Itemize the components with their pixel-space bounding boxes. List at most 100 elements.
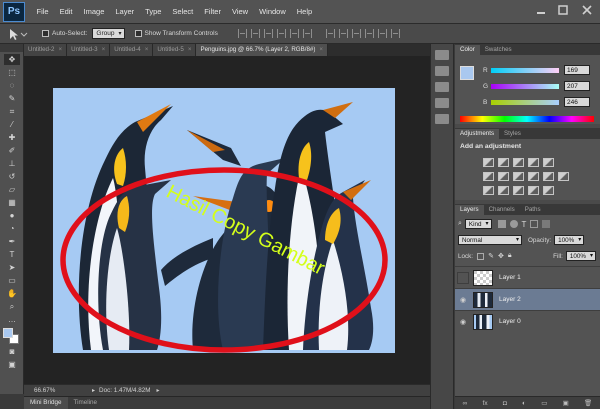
lock-transparency-icon[interactable]: [477, 252, 485, 260]
tab-untitled-2[interactable]: Untitled-2 ×: [24, 44, 68, 56]
tab-paths[interactable]: Paths: [520, 205, 546, 215]
layer-name[interactable]: Layer 2: [499, 296, 521, 303]
distribute-top-icon[interactable]: [325, 29, 335, 38]
new-layer-icon[interactable]: ▣: [563, 399, 569, 407]
align-top-icon[interactable]: [237, 29, 247, 38]
history-panel-icon[interactable]: [435, 50, 449, 60]
pen-tool-icon[interactable]: ✒: [4, 236, 20, 247]
invert-icon[interactable]: [483, 186, 494, 195]
menu-select[interactable]: Select: [167, 7, 199, 16]
foreground-color-swatch[interactable]: [3, 328, 13, 338]
path-selection-tool-icon[interactable]: ➤: [4, 262, 20, 273]
filter-smart-object-icon[interactable]: [542, 220, 551, 228]
blue-value[interactable]: 246: [564, 97, 590, 107]
visibility-toggle[interactable]: [457, 271, 469, 284]
quick-mask-icon[interactable]: ◙: [4, 346, 20, 357]
color-balance-icon[interactable]: [498, 172, 509, 181]
align-bottom-icon[interactable]: [263, 29, 273, 38]
brush-panel-icon[interactable]: [435, 82, 449, 92]
tab-swatches[interactable]: Swatches: [480, 45, 517, 55]
filter-pixel-icon[interactable]: [497, 220, 506, 228]
layer-filter-dropdown[interactable]: Kind: [464, 219, 492, 229]
distribute-bottom-icon[interactable]: [351, 29, 361, 38]
blur-tool-icon[interactable]: ●: [4, 210, 20, 221]
eye-icon[interactable]: ◉: [457, 296, 469, 304]
tab-layers[interactable]: Layers: [455, 205, 484, 215]
levels-icon[interactable]: [498, 158, 509, 167]
menu-edit[interactable]: Edit: [54, 7, 78, 16]
blue-track[interactable]: [491, 99, 559, 105]
curves-icon[interactable]: [513, 158, 524, 167]
brightness-contrast-icon[interactable]: [483, 158, 494, 167]
filter-type-icon[interactable]: T: [522, 220, 527, 229]
close-icon[interactable]: ×: [188, 44, 192, 56]
posterize-icon[interactable]: [498, 186, 509, 195]
brush-tool-icon[interactable]: ✐: [4, 145, 20, 156]
fill-input[interactable]: 100%: [565, 251, 596, 261]
black-white-icon[interactable]: [513, 172, 524, 181]
threshold-icon[interactable]: [513, 186, 524, 195]
auto-select-checkbox[interactable]: [42, 30, 49, 37]
dodge-tool-icon[interactable]: ◔: [4, 223, 20, 234]
tab-color[interactable]: Color: [455, 45, 480, 55]
paragraph-panel-icon[interactable]: [435, 114, 449, 124]
add-mask-icon[interactable]: ◘: [503, 400, 507, 407]
minimize-icon[interactable]: [534, 3, 548, 17]
vibrance-icon[interactable]: [543, 158, 554, 167]
move-tool-icon[interactable]: ✥: [4, 54, 20, 65]
healing-brush-tool-icon[interactable]: ✚: [4, 132, 20, 143]
layer-name[interactable]: Layer 1: [499, 274, 521, 281]
align-hcenter-icon[interactable]: [289, 29, 299, 38]
lock-position-icon[interactable]: ✥: [498, 252, 504, 260]
gradient-map-icon[interactable]: [543, 186, 554, 195]
close-icon[interactable]: ×: [319, 44, 323, 56]
red-slider[interactable]: R 169: [483, 64, 597, 76]
close-icon[interactable]: ×: [58, 44, 62, 56]
align-left-icon[interactable]: [276, 29, 286, 38]
filter-shape-icon[interactable]: [530, 220, 539, 228]
distribute-left-icon[interactable]: [364, 29, 374, 38]
menu-file[interactable]: File: [31, 7, 54, 16]
doc-info-icon[interactable]: ▸: [92, 387, 95, 394]
tab-timeline[interactable]: Timeline: [68, 397, 104, 409]
blend-mode-dropdown[interactable]: Normal: [458, 235, 522, 245]
close-icon[interactable]: ×: [102, 44, 106, 56]
red-track[interactable]: [491, 67, 559, 73]
lock-pixels-icon[interactable]: ✎: [488, 252, 494, 260]
exposure-icon[interactable]: [528, 158, 539, 167]
crop-tool-icon[interactable]: ⌗: [4, 106, 20, 117]
zoom-tool-icon[interactable]: ⌕: [4, 301, 20, 312]
opacity-input[interactable]: 100%: [554, 235, 585, 245]
green-track[interactable]: [491, 83, 559, 89]
tab-untitled-5[interactable]: Untitled-5 ×: [153, 44, 197, 56]
shape-tool-icon[interactable]: ▭: [4, 275, 20, 286]
align-right-icon[interactable]: [302, 29, 312, 38]
canvas-workspace[interactable]: Hasil Copy Gambar: [24, 56, 430, 384]
link-layers-icon[interactable]: ∞: [463, 400, 468, 407]
align-vcenter-icon[interactable]: [250, 29, 260, 38]
tab-adjustments[interactable]: Adjustments: [455, 129, 500, 139]
eyedropper-tool-icon[interactable]: ⁄: [4, 119, 20, 130]
distribute-right-icon[interactable]: [390, 29, 400, 38]
tab-penguins[interactable]: Penguins.jpg @ 66.7% (Layer 2, RGB/8#) ×: [196, 44, 329, 56]
history-brush-tool-icon[interactable]: ↺: [4, 171, 20, 182]
eye-icon[interactable]: ◉: [457, 318, 469, 326]
zoom-level[interactable]: 66.67%: [34, 387, 92, 394]
new-fill-adjustment-icon[interactable]: ◐: [522, 400, 526, 407]
layer-row-layer-0[interactable]: ◉ Layer 0: [455, 310, 600, 332]
new-group-icon[interactable]: ▭: [541, 399, 547, 407]
show-transform-checkbox[interactable]: [134, 30, 142, 37]
color-spectrum[interactable]: [460, 116, 594, 122]
clone-stamp-tool-icon[interactable]: ⊥: [4, 158, 20, 169]
tab-channels[interactable]: Channels: [484, 205, 520, 215]
tab-styles[interactable]: Styles: [499, 129, 526, 139]
move-tool-icon[interactable]: [6, 27, 28, 41]
menu-view[interactable]: View: [226, 7, 253, 16]
expand-status-icon[interactable]: ▸: [156, 387, 159, 394]
tab-untitled-3[interactable]: Untitled-3 ×: [67, 44, 111, 56]
maximize-icon[interactable]: [556, 3, 570, 17]
green-value[interactable]: 207: [564, 81, 590, 91]
distribute-vcenter-icon[interactable]: [338, 29, 348, 38]
lock-all-icon[interactable]: 🔒︎: [508, 252, 512, 260]
blue-slider[interactable]: B 246: [483, 96, 597, 108]
